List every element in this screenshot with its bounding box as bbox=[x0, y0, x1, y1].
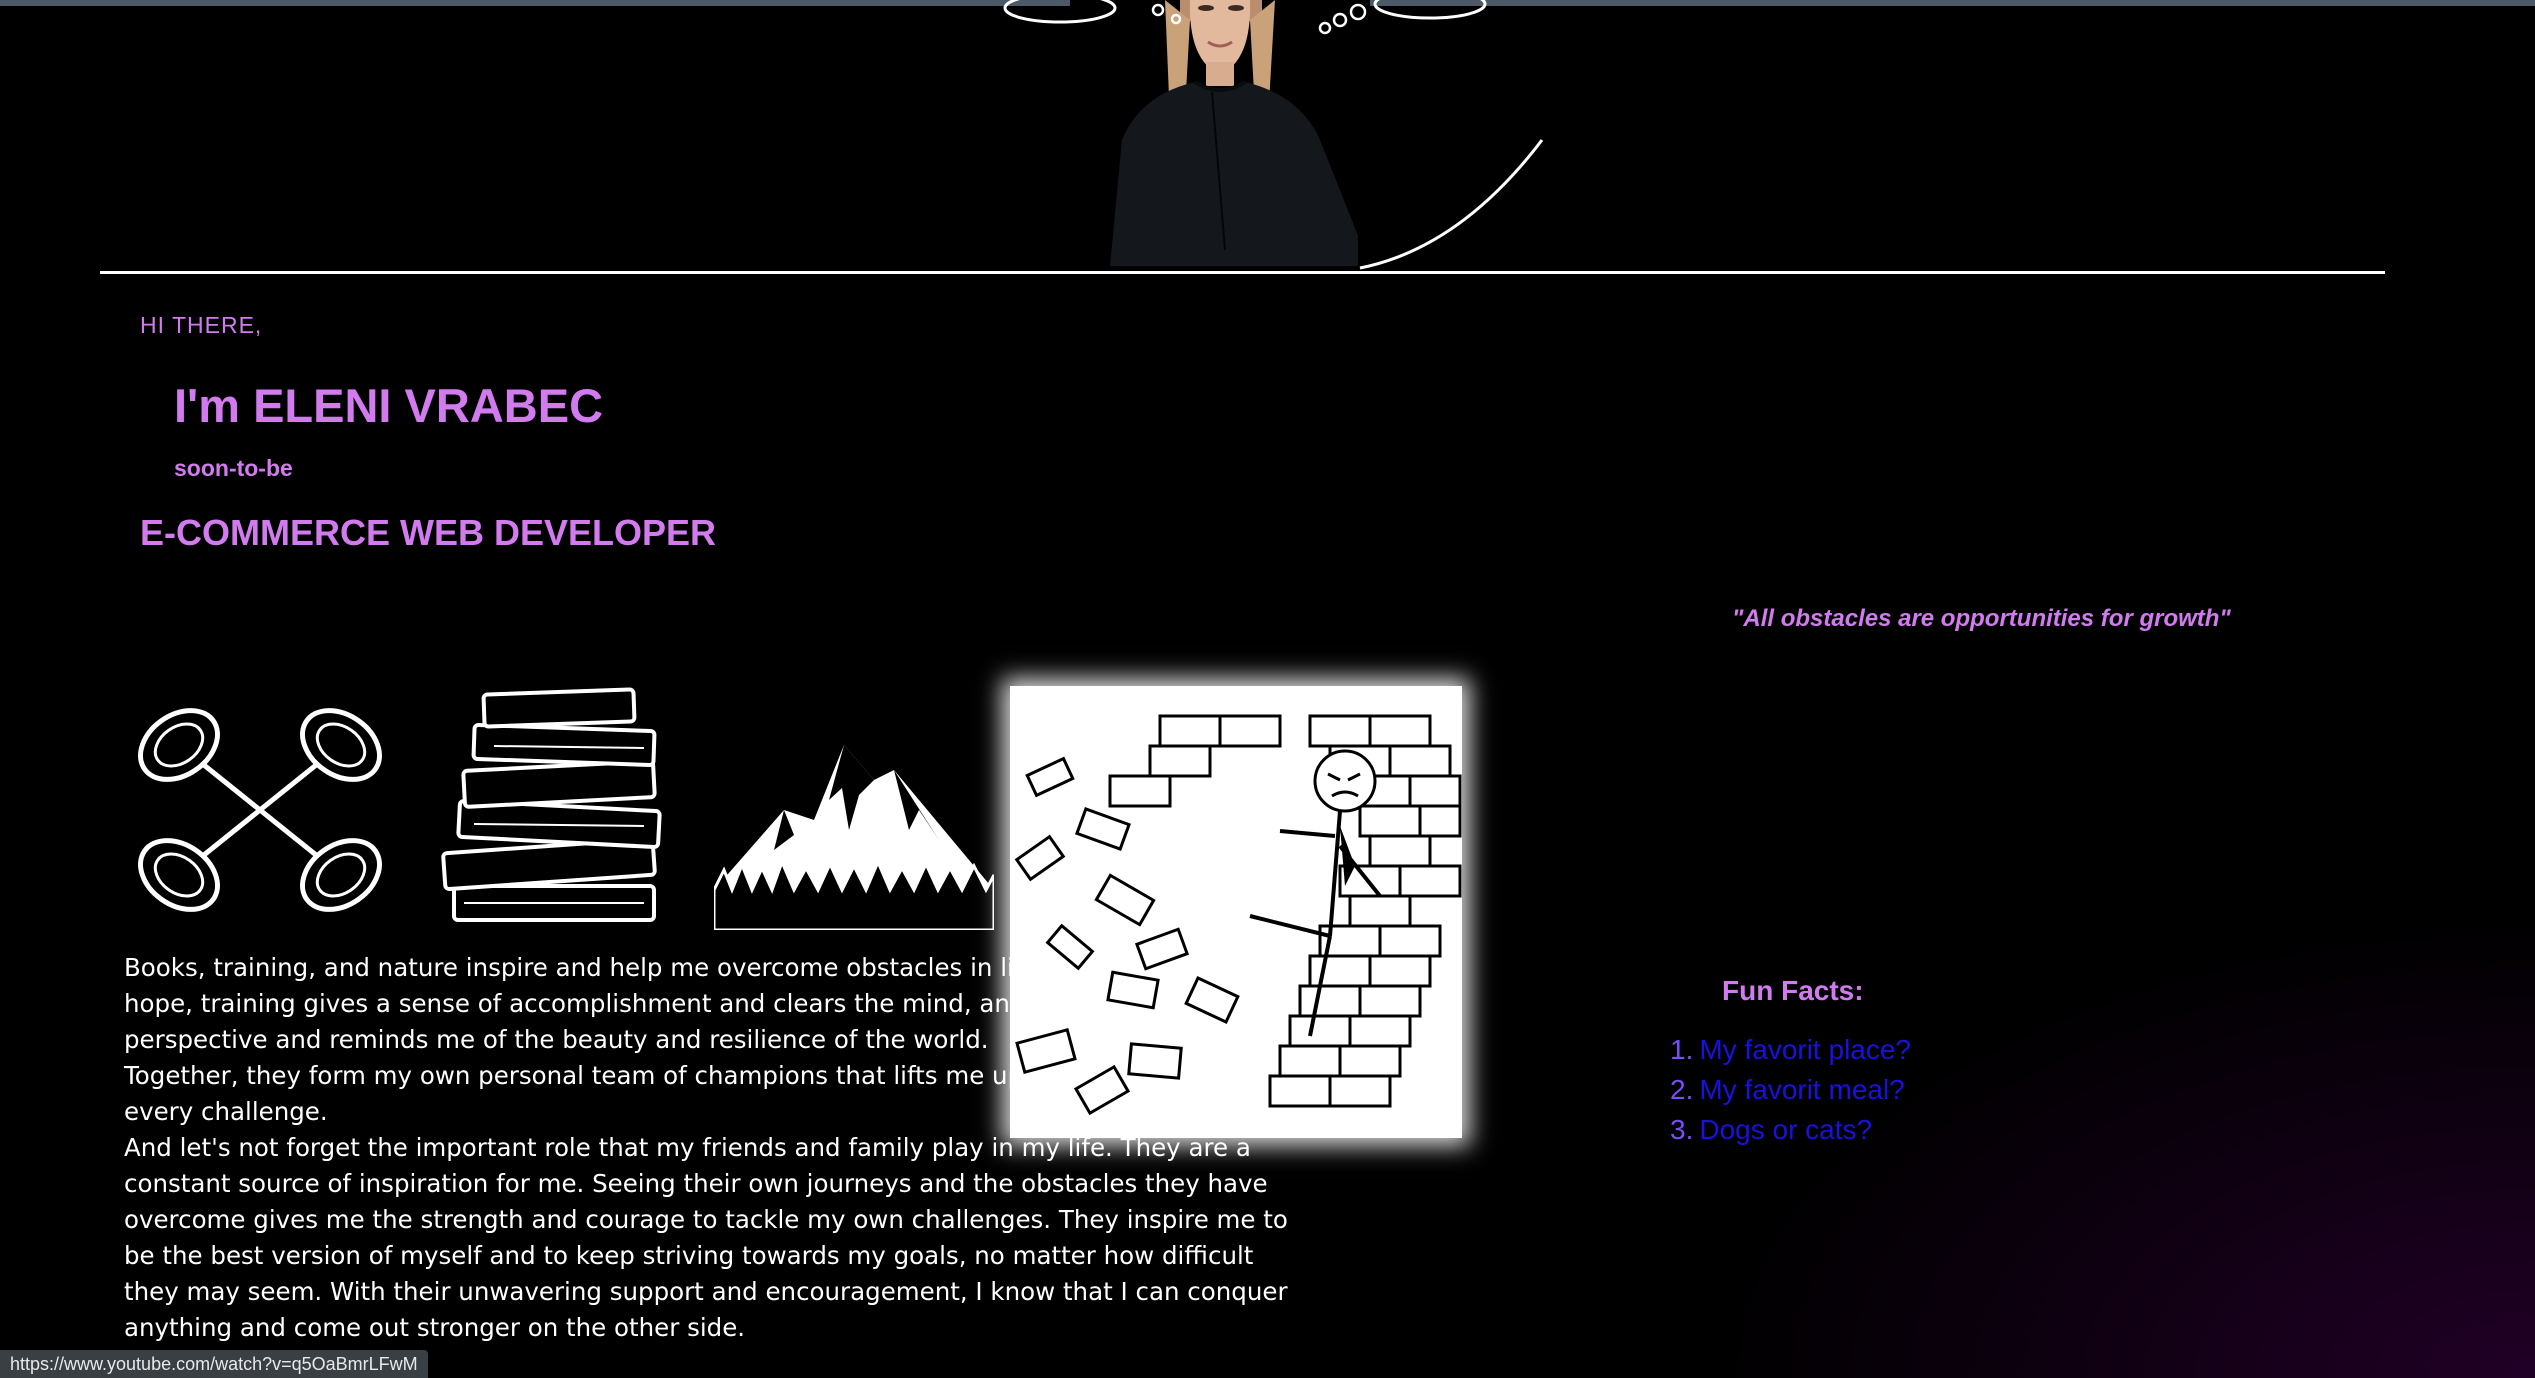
list-number: 1. bbox=[1670, 1034, 1694, 1065]
list-number: 2. bbox=[1670, 1074, 1694, 1105]
list-item: 2. My favorit meal? bbox=[1670, 1070, 1911, 1110]
feature-image[interactable] bbox=[1010, 686, 1462, 1138]
fun-facts-title: Fun Facts: bbox=[1722, 975, 1864, 1006]
greeting: HI THERE, bbox=[140, 312, 263, 338]
list-item: 1. My favorit place? bbox=[1670, 1030, 1911, 1070]
books-icon bbox=[441, 687, 662, 922]
hero-divider bbox=[100, 271, 2385, 274]
status-bar-url: https://www.youtube.com/watch?v=q5OaBmrL… bbox=[0, 1350, 428, 1378]
mountain-icon bbox=[714, 745, 994, 930]
subtitle: soon-to-be bbox=[174, 455, 293, 481]
quote: "All obstacles are opportunities for gro… bbox=[1732, 605, 2231, 632]
page-title: I'm ELENI VRABEC bbox=[174, 379, 604, 432]
list-number: 3. bbox=[1670, 1114, 1694, 1145]
job-title: E-COMMERCE WEB DEVELOPER bbox=[140, 512, 717, 553]
list-item: 3. Dogs or cats? bbox=[1670, 1110, 1911, 1150]
dumbbells-icon bbox=[138, 708, 382, 912]
hero-decoration bbox=[1003, 0, 1544, 270]
fun-facts-list: 1. My favorit place? 2. My favorit meal? 3… bbox=[1670, 1030, 1911, 1150]
bio-paragraph: And let's not forget the important role … bbox=[124, 1133, 1288, 1342]
fun-fact-link-pets[interactable]: Dogs or cats? bbox=[1699, 1114, 1872, 1145]
fun-fact-link-meal[interactable]: My favorit meal? bbox=[1699, 1074, 1904, 1105]
fun-fact-link-place[interactable]: My favorit place? bbox=[1699, 1034, 1911, 1065]
